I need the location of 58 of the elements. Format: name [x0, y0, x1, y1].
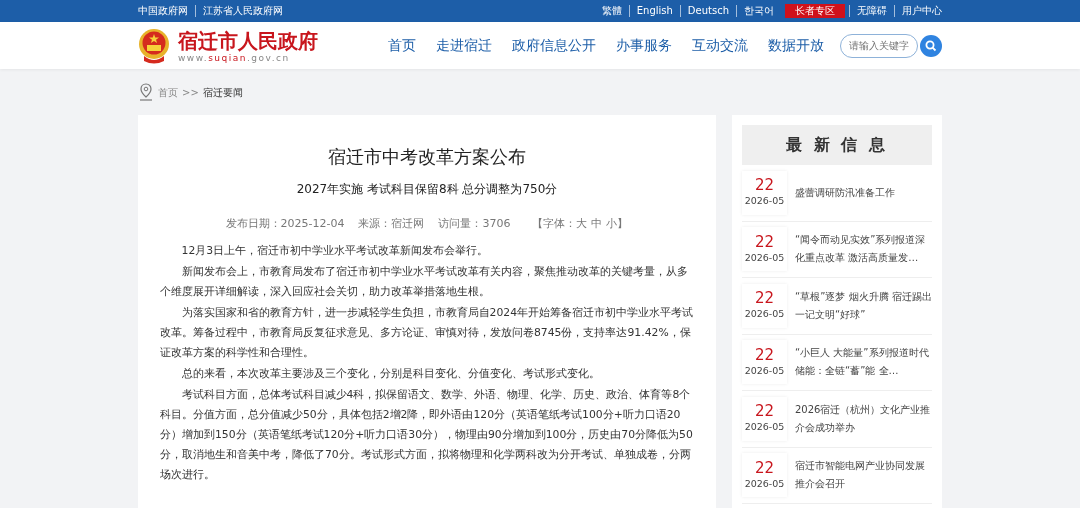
font-size-label: 【字体： — [532, 216, 577, 232]
nav-link[interactable]: 数据开放 — [768, 35, 824, 56]
bracket-text: 】 — [617, 216, 629, 232]
nav-link[interactable]: 走进宿迁 — [436, 35, 492, 56]
date-month: 2026-05 — [744, 363, 785, 378]
date-day: 22 — [754, 177, 775, 195]
article-paragraph: 考试科目方面，总体考试科目减少4科，拟保留语文、数学、外语、物理、化学、历史、政治、体育等8个科目。分值方面，总分值减少50分，具体包括2增2降，即外语由120分（英语笔纸考试100分+听力口语20分）增加到150分（英语笔纸考试120分+听力口语30分），物理由90分增加到100分，历史由70分降低为50分，取消地生和音美中考，降低了70分。考试形式方面，拟将物理和化学两科改为分开考试、单独成卷，分两场次进行。 — [160, 386, 694, 483]
news-link[interactable]: “闻令而动见实效”系列报道深化重点改革 激活高质量发… — [795, 231, 932, 268]
top-link[interactable]: 繁體 — [594, 5, 629, 17]
date-month: 2026-05 — [744, 420, 785, 435]
top-link[interactable]: English — [628, 5, 680, 17]
nav-link[interactable]: 互动交流 — [692, 35, 748, 56]
meta-text: 来源：宿迁网 — [358, 216, 425, 232]
search-icon — [925, 39, 937, 52]
article-paragraph: 为落实国家和省的教育方针，进一步减轻学生负担，市教育局自2024年开始筹备宿迁市初中学业水平考试改革。筹备过程中，市教育局反复征求意见、多方论证、审慎对待，发放问卷8745份，支持率达91.42%，保证改革方案的科学性和合理性。 — [160, 304, 694, 361]
nav-link[interactable]: 办事服务 — [616, 35, 672, 56]
top-link[interactable]: 江苏省人民政府网 — [195, 5, 290, 17]
article-paragraph: 12月3日上午，宿迁市初中学业水平考试改革新闻发布会举行。 — [180, 242, 490, 259]
article-subtitle: 2027年实施 考试科目保留8科 总分调整为750分 — [296, 181, 558, 198]
news-link[interactable]: 2026宿迁（杭州）文化产业推介会成功举办 — [795, 400, 932, 437]
news-link[interactable]: “小巨人 大能量”系列报道时代储能：全链“蓄”能 全… — [795, 344, 932, 381]
nav-link[interactable]: 首页 — [388, 35, 416, 56]
article-title: 宿迁市中考改革方案公布 — [327, 145, 527, 169]
location-pin-icon — [138, 83, 154, 101]
news-link[interactable]: “草根”逐梦 烟火升腾 宿迁踢出一记文明“好球” — [795, 287, 932, 324]
date-day: 22 — [754, 233, 775, 251]
meta-text: 发布日期：2025-12-04 — [225, 216, 345, 232]
top-link[interactable]: 用户中心 — [894, 5, 942, 17]
emblem-icon — [138, 27, 170, 64]
article-paragraph: 总的来看，本次改革主要涉及三个变化，分别是科目变化、分值变化、考试形式变化。 — [180, 365, 601, 382]
news-link[interactable]: 盛蕾调研防汛准备工作 — [795, 183, 895, 202]
top-link[interactable]: 无障碍 — [849, 5, 894, 17]
date-month: 2026-05 — [744, 194, 785, 209]
top-link[interactable]: 中国政府网 — [138, 5, 195, 17]
font-size-link[interactable]: 小 — [606, 216, 618, 233]
date-day: 22 — [754, 290, 775, 308]
font-size-link[interactable]: 大 — [576, 216, 588, 233]
elderly-mode-link[interactable]: 长者专区 — [785, 4, 845, 18]
search-field[interactable]: 请输入关键字 — [840, 33, 918, 58]
date-month: 2026-05 — [744, 307, 785, 322]
date-day: 22 — [754, 459, 775, 477]
font-size-link[interactable]: 中 — [591, 216, 603, 233]
date-day: 22 — [754, 346, 775, 364]
date-month: 2026-05 — [744, 476, 785, 491]
nav-link[interactable]: 政府信息公开 — [512, 35, 596, 56]
breadcrumb-separator: >> — [182, 85, 199, 100]
search-button[interactable] — [920, 34, 942, 57]
breadcrumb-link[interactable]: 首页 — [158, 84, 178, 100]
top-link[interactable]: Deutsch — [679, 5, 736, 17]
date-day: 22 — [754, 403, 775, 421]
meta-text: 访问量：3706 — [438, 216, 511, 232]
date-month: 2026-05 — [744, 250, 785, 265]
site-title[interactable]: 宿迁市人民政府 — [178, 28, 318, 53]
site-url: www.suqian.gov.cn — [178, 52, 291, 63]
news-link[interactable]: 宿迁市智能电网产业协同发展推介会召开 — [795, 457, 932, 494]
section-heading: 最 新 信 息 — [742, 125, 932, 165]
top-link[interactable]: 한국어 — [736, 5, 781, 17]
article-paragraph: 新闻发布会上，市教育局发布了宿迁市初中学业水平考试改革有关内容，聚焦推动改革的关键考量，从多个维度展开详细解读，深入回应社会关切，助力改革举措落地生根。 — [160, 263, 689, 300]
